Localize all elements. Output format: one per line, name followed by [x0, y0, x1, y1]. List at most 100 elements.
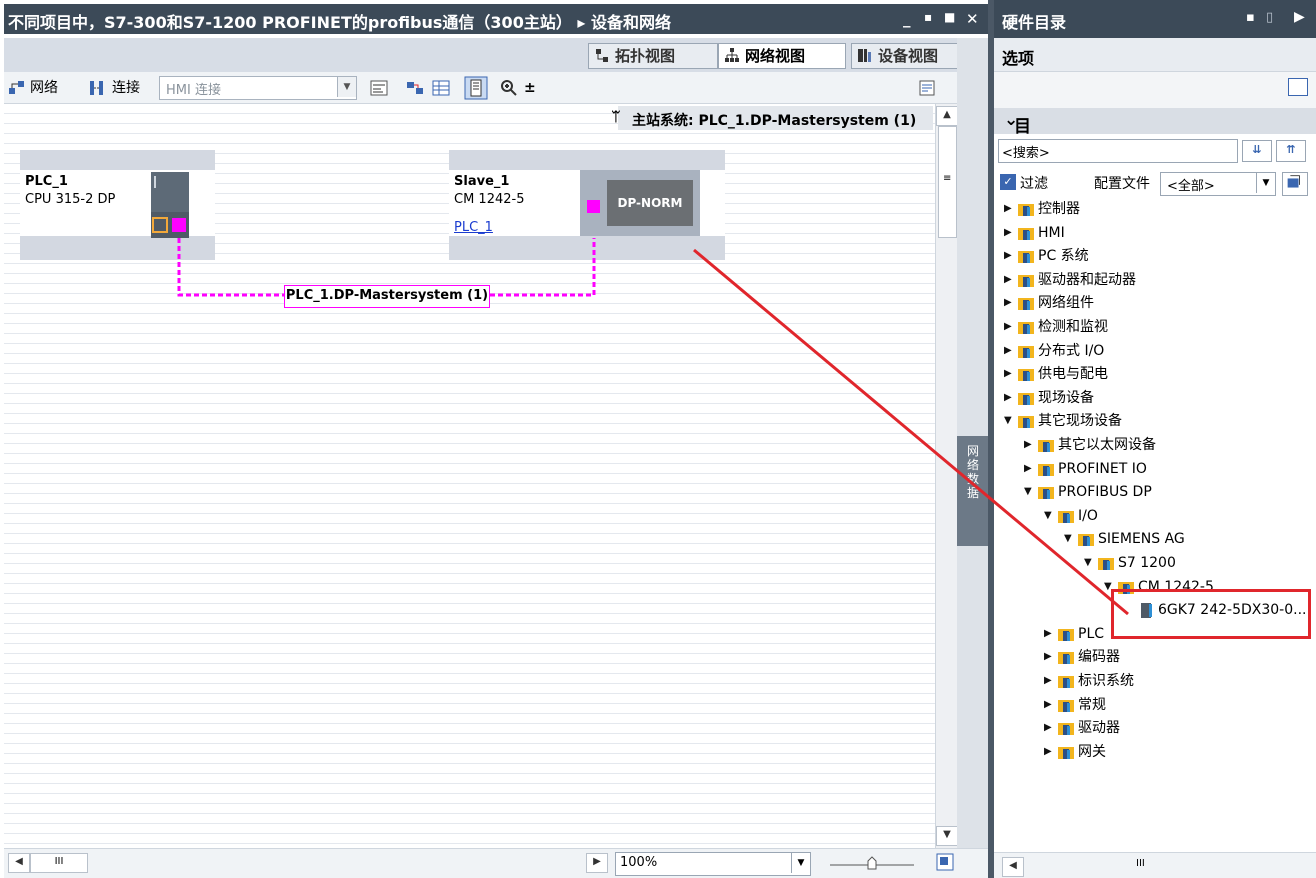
folder-icon [1058, 510, 1074, 523]
catalog-search-input[interactable]: <搜索> [998, 139, 1238, 163]
collapsed-arrow-icon[interactable]: ▶ [1044, 646, 1056, 668]
panel-pane-icon[interactable]: ▯ [1266, 10, 1273, 25]
catalog-item-label: PC 系统 [1038, 248, 1089, 265]
profile-select[interactable]: <全部> ▼ [1160, 172, 1276, 196]
collapsed-arrow-icon[interactable]: ▶ [1004, 198, 1016, 220]
options-section-header[interactable]: 选项 [994, 38, 1316, 72]
table-view-icon[interactable] [432, 79, 450, 97]
filter-checkbox[interactable]: ✓ [1000, 174, 1016, 190]
device-plc-1[interactable]: PLC_1 CPU 315-2 DP [20, 150, 215, 260]
catalog-item-label: 标识系统 [1078, 673, 1134, 689]
hmi-connection-select[interactable]: HMI 连接 ▼ [159, 76, 357, 100]
collapsed-arrow-icon[interactable]: ▶ [1004, 269, 1016, 291]
expanded-arrow-icon[interactable]: ▼ [1004, 410, 1016, 432]
catalog-item-label: 控制器 [1038, 201, 1080, 217]
zoom-icon[interactable] [500, 79, 518, 97]
horizontal-scroll-thumb[interactable]: III [30, 853, 88, 873]
profile-value: <全部> [1167, 179, 1215, 194]
cm-module[interactable]: DP-NORM [580, 170, 700, 236]
tab-network-view[interactable]: 网络视图 [718, 43, 846, 69]
network-button[interactable]: 网络 [30, 77, 58, 99]
catalog-item-label: 现场设备 [1038, 389, 1094, 406]
show-names-icon[interactable] [370, 79, 388, 97]
options-layout-icon[interactable] [1288, 78, 1308, 96]
folder-icon [1018, 298, 1034, 311]
collapsed-arrow-icon[interactable]: ▶ [1004, 222, 1016, 244]
filter-label: 过滤 [1020, 176, 1048, 192]
catalog-item-label: 网关 [1078, 743, 1106, 760]
options-label: 选项 [1002, 49, 1035, 68]
collapsed-arrow-icon[interactable]: ▶ [1004, 387, 1016, 409]
catalog-item-label: 其它现场设备 [1038, 413, 1122, 430]
catalog-scroll-thumb[interactable]: III [1136, 858, 1145, 869]
overview-toggle-icon[interactable] [464, 76, 488, 100]
canvas-vertical-scrollbar[interactable]: ▲ ≡ ▼ [935, 104, 958, 848]
close-button[interactable]: ✕ [966, 10, 979, 28]
chevron-down-icon[interactable]: ▼ [337, 77, 356, 97]
hardware-catalog-header: 硬件目录 ▪ ▯ ▶ [994, 0, 1316, 38]
tab-device-view[interactable]: 设备视图 [851, 43, 969, 69]
catalog-item-label: PLC [1078, 625, 1105, 642]
connect-button[interactable]: 连接 [112, 77, 140, 99]
catalog-section-header[interactable]: ⌄ 目录 [994, 108, 1316, 162]
zoom-chevron-icon[interactable]: ▼ [791, 853, 810, 873]
canvas-bottom-bar: ◀ III ▶ 100% ▼ [4, 848, 988, 878]
expanded-arrow-icon[interactable]: ▼ [1084, 552, 1096, 574]
catalog-search-value: <搜索> [1002, 146, 1050, 161]
catalog-horizontal-scrollbar[interactable]: ◀ III [994, 852, 1316, 878]
expanded-arrow-icon[interactable]: ▼ [1064, 528, 1076, 550]
collapsed-arrow-icon[interactable]: ▶ [1044, 694, 1056, 716]
expanded-arrow-icon[interactable]: ▼ [1024, 481, 1036, 503]
zoom-value: 100% [620, 855, 658, 870]
collapsed-arrow-icon[interactable]: ▶ [1004, 316, 1016, 338]
scroll-up-icon[interactable]: ▲ [936, 106, 958, 126]
float-panel-icon[interactable]: ▪ [1246, 10, 1255, 25]
device-slave-1[interactable]: Slave_1 CM 1242-5 PLC_1 DP-NORM [449, 150, 725, 260]
tab-topology-view[interactable]: 拓扑视图 [588, 43, 718, 69]
catalog-item-label: 供电与配电 [1038, 366, 1108, 383]
vertical-scroll-thumb[interactable]: ≡ [938, 126, 957, 238]
navigation-view-icon[interactable] [936, 853, 954, 871]
maximize-button[interactable]: ■ [944, 10, 955, 24]
profile-chevron-icon[interactable]: ▼ [1256, 173, 1275, 193]
collapsed-arrow-icon[interactable]: ▶ [1004, 340, 1016, 362]
collapsed-arrow-icon[interactable]: ▶ [1044, 623, 1056, 645]
collapsed-arrow-icon[interactable]: ▶ [1024, 434, 1036, 456]
catalog-refresh-icon[interactable] [1282, 172, 1308, 196]
dp-port-icon[interactable] [587, 200, 600, 213]
search-down-icon[interactable]: ⇊ [1242, 140, 1272, 162]
float-button[interactable]: ▪ [924, 10, 932, 24]
collapse-panel-icon[interactable]: ▶ [1294, 9, 1305, 25]
zoom-dropdown-icon[interactable]: ± [524, 77, 536, 99]
catalog-item-label: 驱动器 [1078, 720, 1120, 737]
minimize-button[interactable]: _ [903, 10, 911, 28]
zoom-slider[interactable] [826, 853, 918, 873]
collapsed-arrow-icon[interactable]: ▶ [1044, 741, 1056, 763]
slave-name: Slave_1 [454, 174, 510, 189]
slave-master-link[interactable]: PLC_1 [454, 220, 493, 235]
slave-type: CM 1242-5 [454, 192, 525, 207]
collapsed-arrow-icon[interactable]: ▶ [1044, 670, 1056, 692]
search-up-icon[interactable]: ⇈ [1276, 140, 1306, 162]
collapsed-arrow-icon[interactable]: ▶ [1044, 717, 1056, 739]
network-mode-icon[interactable] [8, 79, 26, 97]
collapsed-arrow-icon[interactable]: ▶ [1004, 245, 1016, 267]
highlight-connections-icon[interactable] [406, 79, 424, 97]
collapsed-arrow-icon[interactable]: ▶ [1004, 292, 1016, 314]
collapsed-arrow-icon[interactable]: ▶ [1024, 458, 1036, 480]
network-canvas[interactable]: 主站系统: PLC_1.DP-Mastersystem (1) ᛠ PLC_1 … [4, 104, 935, 848]
scroll-down-icon[interactable]: ▼ [936, 826, 958, 846]
folder-icon [1058, 676, 1074, 688]
scroll-left-icon[interactable]: ◀ [8, 853, 30, 873]
page-layout-icon[interactable] [918, 79, 936, 97]
zoom-select[interactable]: 100% ▼ [615, 852, 811, 876]
catalog-scroll-left-icon[interactable]: ◀ [1002, 857, 1024, 877]
options-area [994, 72, 1316, 108]
network-label[interactable]: PLC_1.DP-Mastersystem (1) [284, 285, 490, 308]
expanded-arrow-icon[interactable]: ▼ [1044, 505, 1056, 527]
network-data-tab[interactable]: 网络数据 [957, 436, 988, 546]
connect-mode-icon[interactable] [88, 79, 106, 97]
scroll-right-icon[interactable]: ▶ [586, 853, 608, 873]
pin-icon[interactable]: ᛠ [612, 110, 620, 125]
collapsed-arrow-icon[interactable]: ▶ [1004, 363, 1016, 385]
